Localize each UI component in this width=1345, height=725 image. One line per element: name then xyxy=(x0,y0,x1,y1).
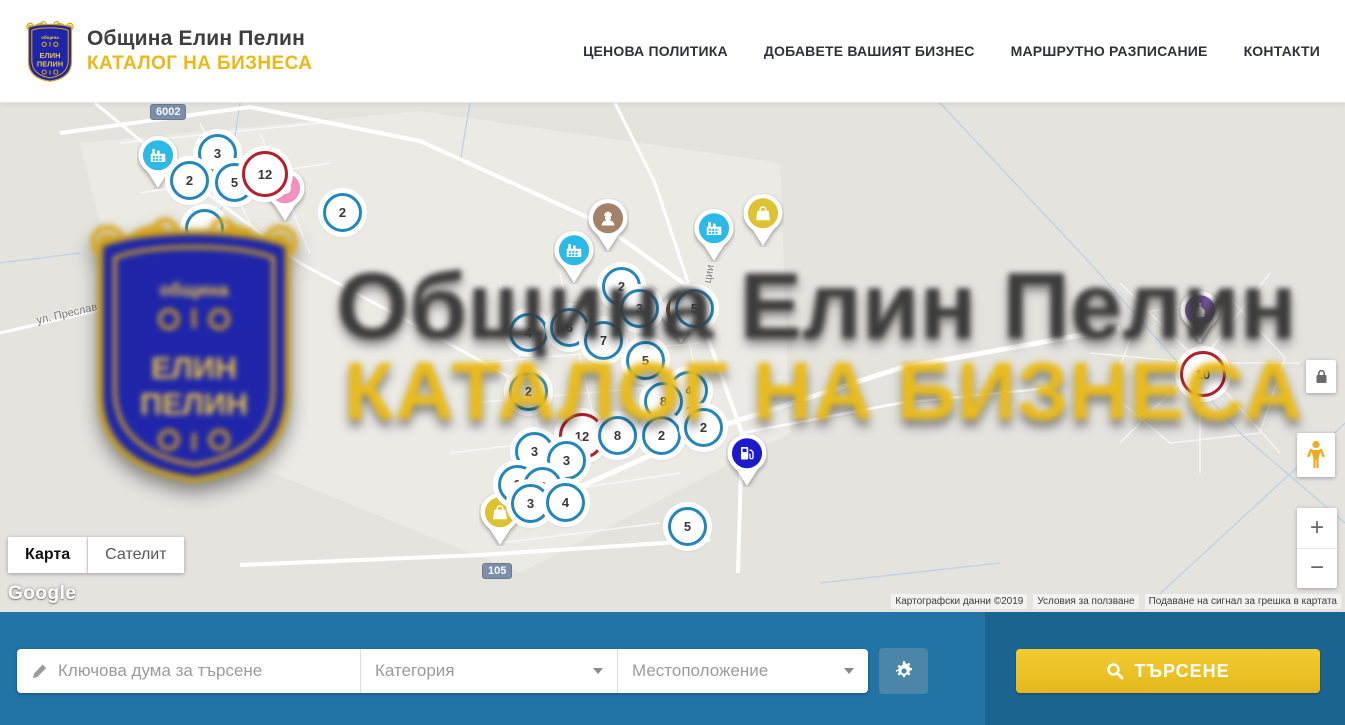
cluster-marker[interactable]: 5 xyxy=(626,341,665,380)
cluster-marker[interactable]: 2 xyxy=(323,193,362,232)
cluster-marker[interactable]: 12 xyxy=(242,151,288,197)
svg-text:община: община xyxy=(41,34,59,40)
svg-text:ПЕЛИН: ПЕЛИН xyxy=(37,59,63,68)
factory-pin[interactable] xyxy=(693,208,735,267)
attribution-link[interactable]: Подаване на сигнал за грешка в картата xyxy=(1145,594,1341,609)
location-placeholder: Местоположение xyxy=(632,661,768,681)
cluster-marker[interactable]: 3 xyxy=(620,289,659,328)
cluster-marker[interactable]: 7 xyxy=(584,321,623,360)
map-type-control: Карта Сателит xyxy=(8,537,184,573)
search-icon xyxy=(1106,662,1124,680)
location-select[interactable]: Местоположение xyxy=(617,649,868,693)
search-fields: Ключова дума за търсене Категория Местоп… xyxy=(17,649,868,693)
road-badge: 6002 xyxy=(150,104,186,120)
pegman-control[interactable] xyxy=(1297,433,1335,477)
keyword-placeholder: Ключова дума за търсене xyxy=(58,661,262,681)
cluster-marker[interactable]: 4 xyxy=(546,483,585,522)
advanced-settings-button[interactable] xyxy=(879,648,928,694)
cluster-marker[interactable]: 2 xyxy=(642,416,681,455)
lock-control[interactable] xyxy=(1306,360,1336,393)
search-button-wrap: ТЪРСЕНЕ xyxy=(985,612,1345,725)
pegman-icon xyxy=(1307,440,1325,470)
attribution-link[interactable]: Условия за ползване xyxy=(1033,594,1138,609)
cluster-marker[interactable] xyxy=(185,209,224,248)
zoom-out-button[interactable]: − xyxy=(1297,549,1337,589)
cluster-marker[interactable]: 5 xyxy=(668,507,707,546)
cluster-marker[interactable]: 3 xyxy=(511,484,550,523)
map-attribution: Картографски данни ©2019 Условия за ползв… xyxy=(891,594,1341,609)
nav-item[interactable]: ЦЕНОВА ПОЛИТИКА xyxy=(583,43,728,59)
nav-item[interactable]: КОНТАКТИ xyxy=(1244,43,1320,59)
map-canvas[interactable]: 6002105 ул. Преславбул. „Новоселции 3251… xyxy=(0,103,1345,612)
cluster-marker[interactable]: 10 xyxy=(1180,351,1226,397)
main-nav: ЦЕНОВА ПОЛИТИКА ДОБАВЕТЕ ВАШИЯТ БИЗНЕС МАР… xyxy=(583,43,1320,59)
road-badge: 105 xyxy=(482,563,512,579)
cluster-marker[interactable]: 2 xyxy=(684,408,723,447)
pencil-icon xyxy=(31,663,48,680)
map-type-map-button[interactable]: Карта xyxy=(8,537,88,573)
nav-item[interactable]: МАРШРУТНО РАЗПИСАНИЕ xyxy=(1011,43,1208,59)
municipality-emblem-icon: община ЕЛИН ПЕЛИН xyxy=(25,20,75,82)
chevron-down-icon xyxy=(593,668,603,674)
site-title: Община Елин Пелин xyxy=(87,27,312,51)
search-button-label: ТЪРСЕНЕ xyxy=(1134,661,1229,682)
cluster-marker[interactable]: 2 xyxy=(170,161,209,200)
category-placeholder: Категория xyxy=(375,661,454,681)
site-logo[interactable]: община ЕЛИН ПЕЛИН Община Елин Пелин КАТА… xyxy=(25,20,312,82)
cluster-marker[interactable]: 8 xyxy=(598,416,637,455)
cluster-marker[interactable]: 4 xyxy=(509,313,548,352)
svg-text:ЕЛИН: ЕЛИН xyxy=(40,51,61,60)
cluster-marker[interactable]: 5 xyxy=(675,289,714,328)
church-pin[interactable] xyxy=(1179,290,1221,349)
bag-pin[interactable] xyxy=(742,193,784,252)
search-button[interactable]: ТЪРСЕНЕ xyxy=(1016,649,1320,693)
category-select[interactable]: Категория xyxy=(360,649,617,693)
zoom-control: + − xyxy=(1297,508,1337,588)
map-type-satellite-button[interactable]: Сателит xyxy=(88,537,183,573)
search-bar: Ключова дума за търсене Категория Местоп… xyxy=(0,612,1345,725)
cluster-marker[interactable]: 2 xyxy=(509,372,548,411)
lock-icon xyxy=(1315,369,1328,384)
worker-pin[interactable] xyxy=(587,198,629,257)
fuel-pin[interactable] xyxy=(726,433,768,492)
gear-icon xyxy=(893,660,915,682)
google-logo[interactable]: Google xyxy=(8,583,76,605)
chevron-down-icon xyxy=(844,668,854,674)
keyword-input[interactable]: Ключова дума за търсене xyxy=(17,649,360,693)
zoom-in-button[interactable]: + xyxy=(1297,508,1337,549)
site-subtitle: КАТАЛОГ НА БИЗНЕСА xyxy=(87,53,312,75)
header: община ЕЛИН ПЕЛИН Община Елин Пелин КАТА… xyxy=(0,0,1345,103)
attribution-text: Картографски данни ©2019 xyxy=(891,594,1027,609)
nav-item[interactable]: ДОБАВЕТЕ ВАШИЯТ БИЗНЕС xyxy=(764,43,975,59)
